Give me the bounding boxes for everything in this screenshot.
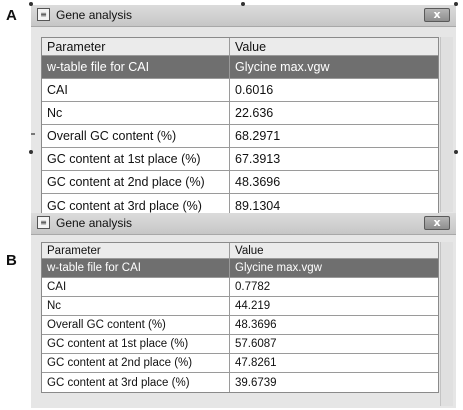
close-button[interactable]: x <box>424 8 450 22</box>
value-cell: Glycine max.vgw <box>235 60 330 74</box>
close-button[interactable]: x <box>424 216 450 230</box>
divider-tick <box>31 133 35 135</box>
gene-analysis-window-a: ≡ Gene analysis x Parameter Value w-tabl… <box>31 5 456 218</box>
table-header-row: Parameter Value <box>42 38 438 56</box>
table-row[interactable]: Nc 22.636 <box>42 102 438 125</box>
resize-handle[interactable] <box>454 2 458 6</box>
table-row[interactable]: w-table file for CAI Glycine max.vgw <box>42 56 438 79</box>
window-titlebar[interactable]: ≡ Gene analysis x <box>31 213 456 235</box>
value-cell: 39.6739 <box>235 376 277 389</box>
table-row[interactable]: Nc 44.219 <box>42 297 438 316</box>
window-title: Gene analysis <box>56 216 133 230</box>
value-cell: 44.219 <box>235 300 271 312</box>
value-cell: 0.7782 <box>235 281 271 293</box>
value-cell: 67.3913 <box>235 152 281 166</box>
value-cell: 22.636 <box>235 106 274 120</box>
column-header-value[interactable]: Value <box>230 243 438 258</box>
gene-analysis-window-b: ≡ Gene analysis x Parameter Value w-tabl… <box>31 213 456 408</box>
parameter-cell: CAI <box>42 278 230 296</box>
parameter-cell: Nc <box>42 297 230 315</box>
column-header-parameter[interactable]: Parameter <box>42 38 230 55</box>
parameter-cell: Overall GC content (%) <box>42 316 230 334</box>
column-header-parameter[interactable]: Parameter <box>42 243 230 258</box>
vertical-scrollbar[interactable] <box>440 242 453 406</box>
window-title: Gene analysis <box>56 8 133 22</box>
table-row[interactable]: w-table file for CAI Glycine max.vgw <box>42 259 438 278</box>
results-table: Parameter Value w-table file for CAI Gly… <box>41 37 439 218</box>
parameter-cell: Overall GC content (%) <box>42 125 230 147</box>
value-cell: Glycine max.vgw <box>235 262 322 274</box>
parameter-cell: GC content at 2nd place (%) <box>42 354 230 372</box>
table-row[interactable]: Overall GC content (%) 48.3696 <box>42 316 438 335</box>
results-table: Parameter Value w-table file for CAI Gly… <box>41 242 439 393</box>
table-row[interactable]: GC content at 2nd place (%) 47.8261 <box>42 354 438 373</box>
table-row[interactable]: Overall GC content (%) 68.2971 <box>42 125 438 148</box>
resize-handle[interactable] <box>29 150 33 154</box>
close-icon: x <box>433 216 441 229</box>
panel-label-b: B <box>6 252 17 269</box>
value-cell: 68.2971 <box>235 129 281 143</box>
parameter-cell: CAI <box>42 79 230 101</box>
parameter-cell: GC content at 1st place (%) <box>42 148 230 170</box>
value-cell: 48.3696 <box>235 175 281 189</box>
table-row[interactable]: GC content at 3rd place (%) 39.6739 <box>42 373 438 392</box>
close-icon: x <box>433 8 441 21</box>
parameter-cell: w-table file for CAI <box>42 56 230 78</box>
value-cell: 47.8261 <box>235 357 277 369</box>
resize-handle[interactable] <box>241 2 245 6</box>
value-cell: 48.3696 <box>235 319 277 331</box>
table-row[interactable]: GC content at 2nd place (%) 48.3696 <box>42 171 438 194</box>
window-app-icon: ≡ <box>37 216 50 229</box>
parameter-cell: GC content at 2nd place (%) <box>42 171 230 193</box>
resize-handle[interactable] <box>454 150 458 154</box>
window-titlebar[interactable]: ≡ Gene analysis x <box>31 5 456 27</box>
table-row[interactable]: GC content at 1st place (%) 67.3913 <box>42 148 438 171</box>
table-header-row: Parameter Value <box>42 243 438 259</box>
resize-handle[interactable] <box>29 2 33 6</box>
vertical-scrollbar[interactable] <box>440 37 453 212</box>
table-row[interactable]: GC content at 1st place (%) 57.6087 <box>42 335 438 354</box>
table-row[interactable]: CAI 0.7782 <box>42 278 438 297</box>
column-header-value[interactable]: Value <box>230 38 438 55</box>
table-row[interactable]: CAI 0.6016 <box>42 79 438 102</box>
value-cell: 57.6087 <box>235 338 277 350</box>
parameter-cell: w-table file for CAI <box>42 259 230 277</box>
parameter-cell: Nc <box>42 102 230 124</box>
panel-label-a: A <box>6 7 17 24</box>
window-app-icon: ≡ <box>37 8 50 21</box>
parameter-cell: GC content at 1st place (%) <box>42 335 230 353</box>
value-cell: 0.6016 <box>235 83 274 97</box>
parameter-cell: GC content at 3rd place (%) <box>42 373 230 392</box>
